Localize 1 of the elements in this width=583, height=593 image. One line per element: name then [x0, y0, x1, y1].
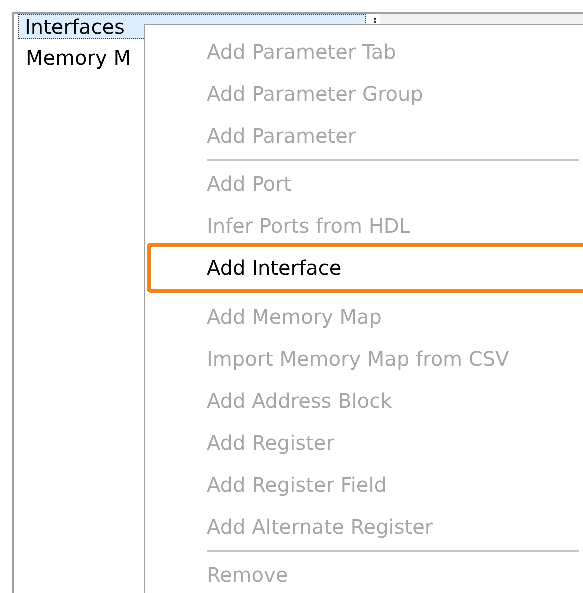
menu-item[interactable]: Add Interface — [147, 243, 583, 293]
